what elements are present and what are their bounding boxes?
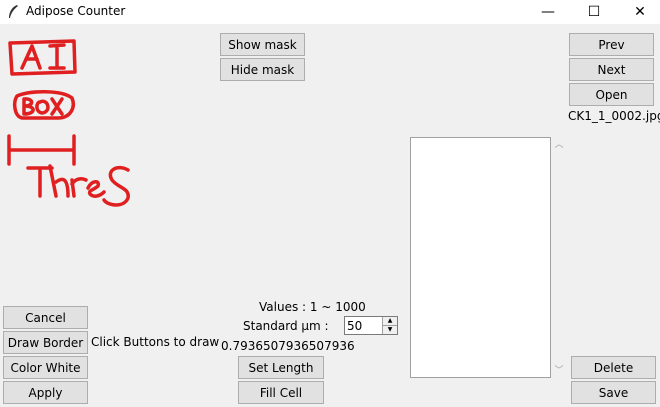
spin-down-icon[interactable]: ▼: [382, 326, 397, 334]
draw-border-button[interactable]: Draw Border: [3, 331, 88, 354]
prev-button[interactable]: Prev: [569, 33, 654, 56]
cancel-button[interactable]: Cancel: [3, 306, 88, 329]
standard-um-spinbox[interactable]: ▲ ▼: [344, 316, 398, 335]
feather-icon: [9, 5, 18, 18]
set-length-button[interactable]: Set Length: [238, 356, 324, 379]
annotation-canvas[interactable]: [0, 28, 400, 298]
save-button[interactable]: Save: [571, 381, 656, 404]
next-button[interactable]: Next: [569, 58, 654, 81]
close-button[interactable]: ✕: [617, 0, 660, 24]
values-range-label: Values : 1 ~ 1000: [259, 300, 366, 314]
ai-letter-i: [48, 43, 66, 70]
scroll-down-icon[interactable]: ﹀: [554, 366, 564, 376]
standard-um-label: Standard µm :: [243, 319, 329, 333]
draw-hint-label: Click Buttons to draw: [91, 335, 220, 349]
cell-listbox[interactable]: [410, 137, 551, 378]
spin-up-icon[interactable]: ▲: [382, 317, 397, 326]
thres-bar: [7, 134, 76, 166]
open-button[interactable]: Open: [569, 83, 654, 106]
thres-letters: [26, 164, 130, 207]
minimize-button[interactable]: —: [525, 0, 571, 24]
delete-button[interactable]: Delete: [571, 356, 656, 379]
filename-label: CK1_1_0002.jpg: [568, 109, 660, 123]
ai-letter-a: [20, 44, 42, 70]
box-letters: [22, 97, 64, 116]
title-bar: Adipose Counter — ☐ ✕: [0, 0, 660, 24]
color-white-button[interactable]: Color White: [3, 356, 88, 379]
ratio-value: 0.7936507936507936: [221, 339, 355, 353]
apply-button[interactable]: Apply: [3, 381, 88, 404]
scroll-up-icon[interactable]: ︿: [554, 140, 564, 150]
show-mask-button[interactable]: Show mask: [220, 33, 305, 56]
fill-cell-button[interactable]: Fill Cell: [238, 381, 324, 404]
window-title: Adipose Counter: [26, 4, 126, 18]
standard-um-input[interactable]: [347, 318, 381, 333]
maximize-button[interactable]: ☐: [571, 0, 617, 24]
hide-mask-button[interactable]: Hide mask: [220, 58, 305, 81]
